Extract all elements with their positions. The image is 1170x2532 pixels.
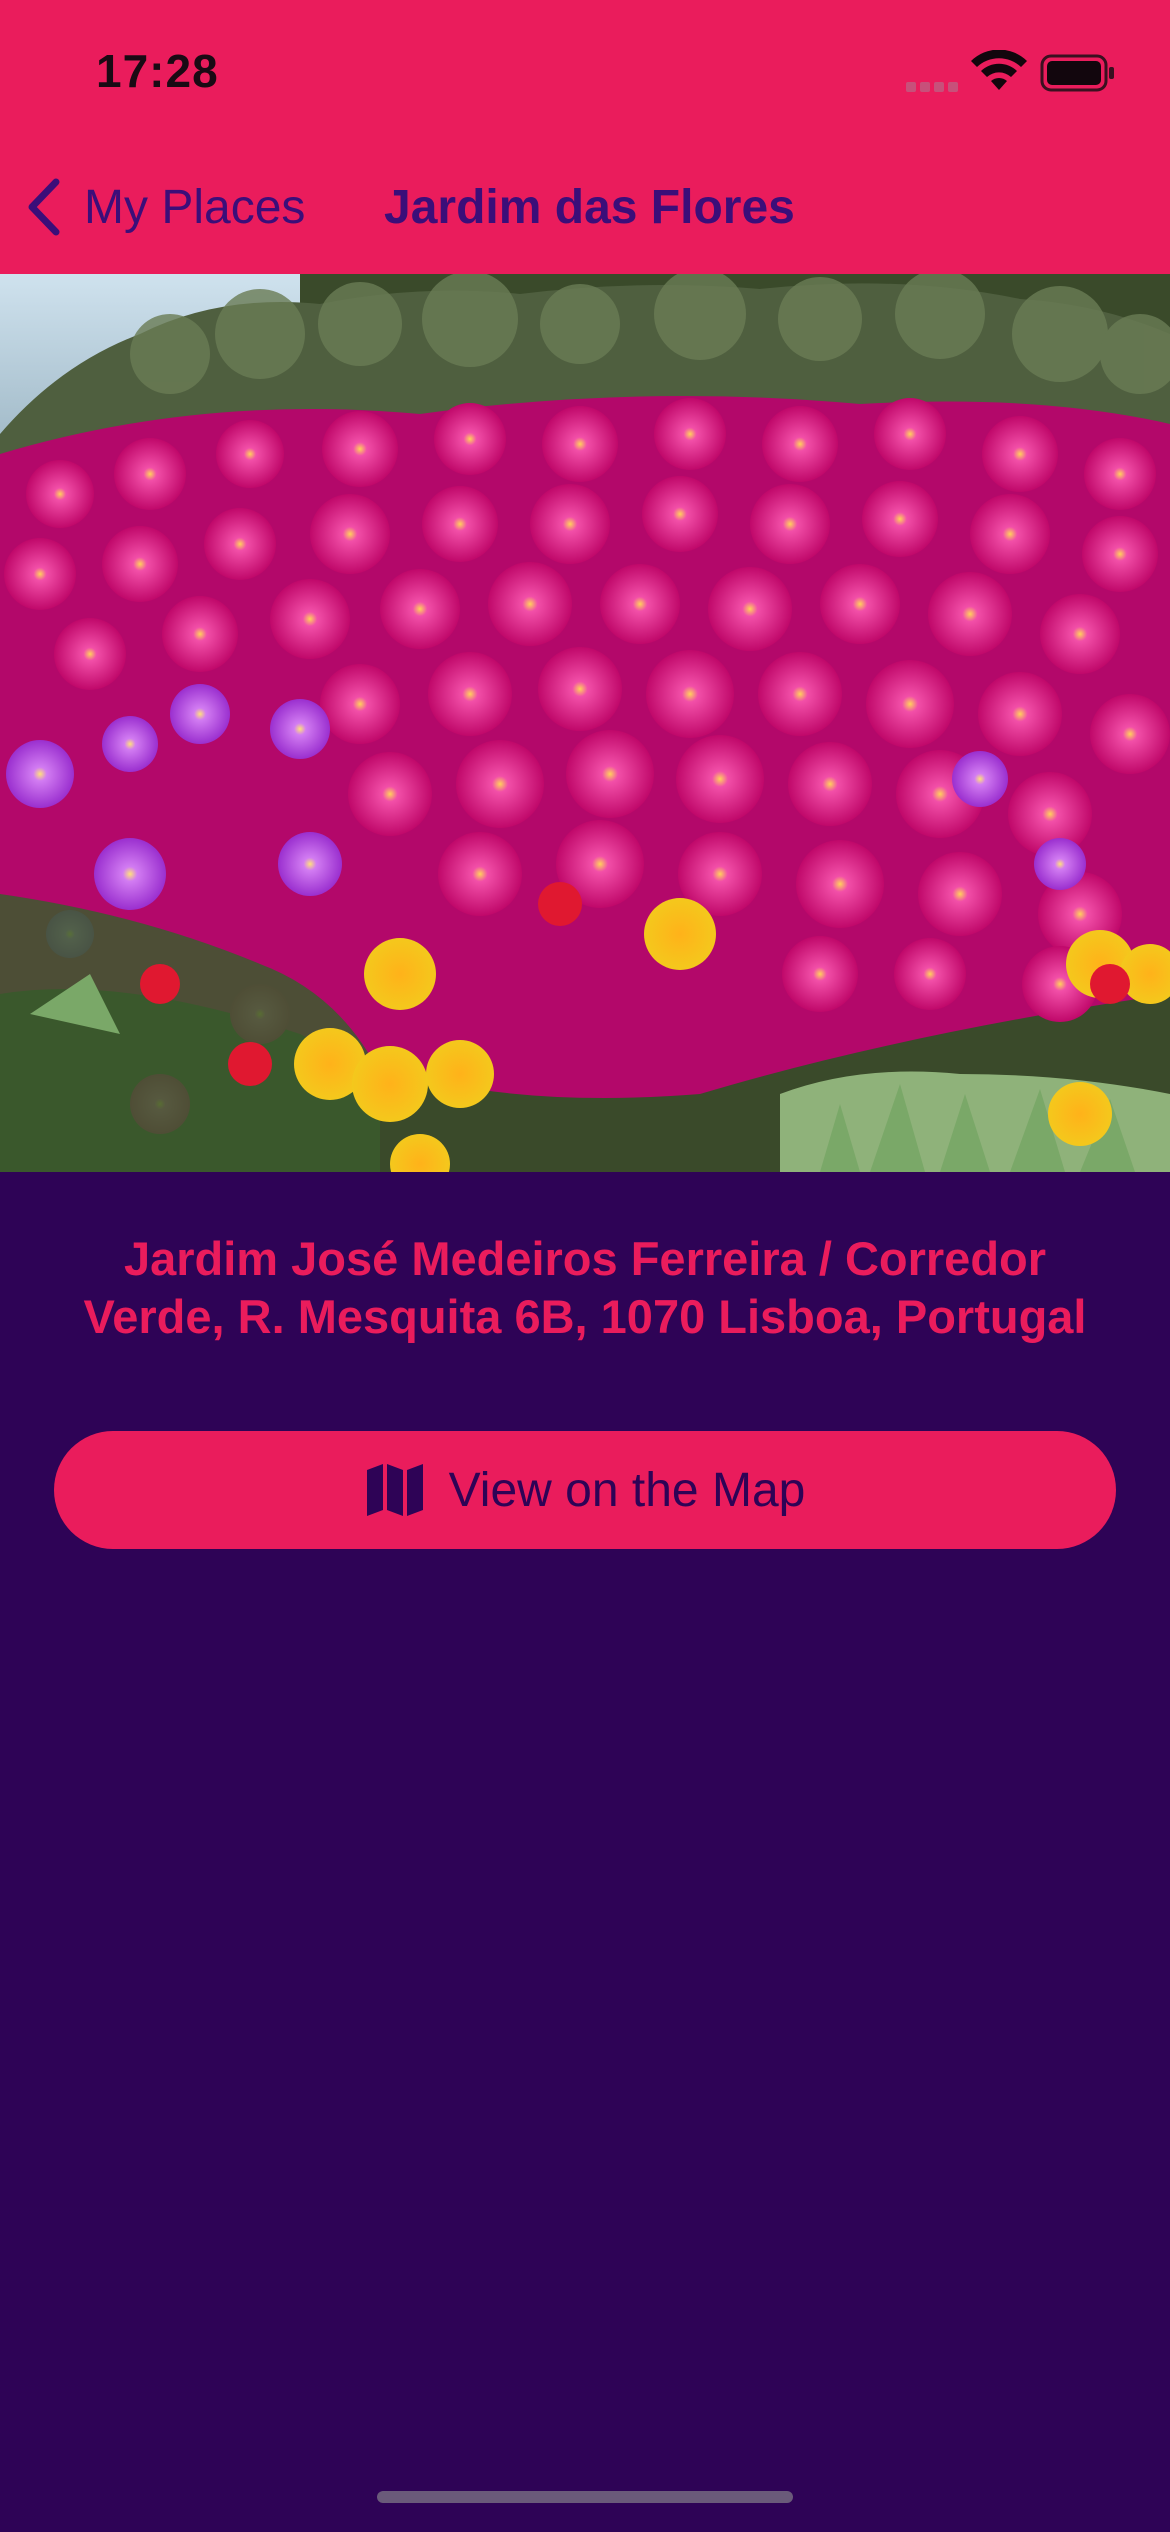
back-button[interactable]: My Places (24, 172, 305, 242)
navigation-bar: 17:28 My Places Jardim das Flores (0, 0, 1170, 274)
flower-bed-photo (0, 274, 1170, 1172)
address-line-1: Jardim José Medeiros Ferreira / Corredor (123, 1232, 1047, 1285)
view-on-map-label: View on the Map (448, 1463, 806, 1517)
place-address: Jardim José Medeiros Ferreira / Corredor… (40, 1230, 1130, 1346)
chevron-left-icon (28, 178, 60, 236)
status-time: 17:28 (96, 45, 219, 97)
battery-icon (1040, 54, 1114, 92)
back-button-label: My Places (84, 180, 306, 234)
wifi-icon (971, 50, 1027, 90)
home-indicator[interactable] (377, 2491, 793, 2503)
page-title: Jardim das Flores (384, 181, 795, 234)
map-icon (366, 1464, 423, 1516)
place-detail-screen: 17:28 My Places Jardim das Flores Jardim… (0, 0, 1170, 2532)
cellular-signal-icon (906, 82, 958, 92)
address-line-2: Verde, R. Mesquita 6B, 1070 Lisboa, Port… (83, 1290, 1087, 1343)
view-on-map-button[interactable]: View on the Map (54, 1431, 1116, 1549)
